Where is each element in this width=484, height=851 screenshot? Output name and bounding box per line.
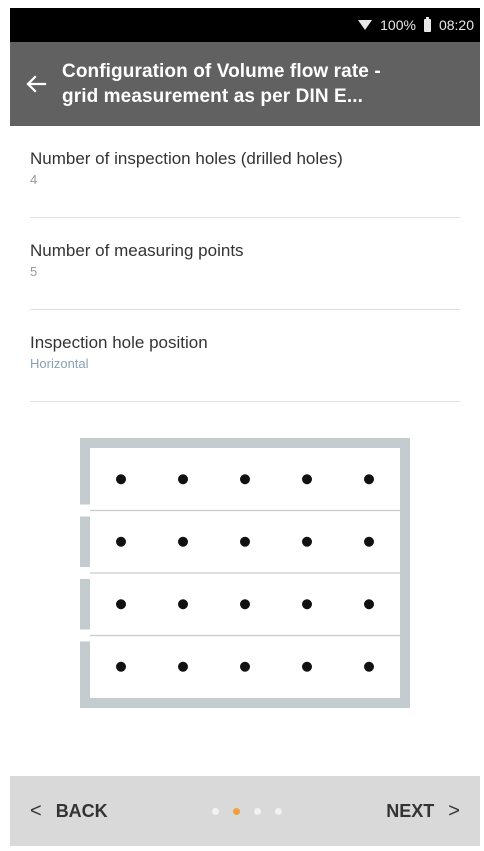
measuring-point (178, 536, 188, 547)
measuring-point (116, 536, 126, 547)
back-arrow-icon[interactable] (10, 42, 62, 126)
measuring-point (302, 474, 312, 485)
next-button-label: NEXT (386, 800, 435, 821)
page-indicator (211, 807, 282, 815)
measuring-point (178, 661, 188, 672)
clock: 08:20 (438, 17, 474, 33)
measuring-point (302, 536, 312, 547)
bottom-navigation: < BACK NEXT > (10, 776, 480, 846)
setting-label: Number of inspection holes (drilled hole… (30, 149, 343, 168)
measuring-point (240, 536, 250, 547)
page-dot (211, 807, 219, 815)
measuring-point (240, 474, 250, 485)
page-dot (253, 807, 261, 815)
setting-hole-position[interactable]: Inspection hole position Horizontal (30, 310, 460, 402)
setting-measuring-points[interactable]: Number of measuring points 5 (30, 218, 460, 310)
duct-wall-left-segment (80, 448, 90, 505)
back-button-label: BACK (55, 800, 108, 821)
battery-percent: 100% (380, 17, 416, 33)
measuring-point (116, 474, 126, 485)
back-button[interactable]: < BACK (30, 800, 108, 823)
duct-wall-bottom (80, 698, 410, 708)
measuring-point (364, 661, 374, 672)
measuring-point (364, 599, 374, 610)
duct-wall-left-segment (80, 516, 90, 567)
setting-label: Inspection hole position (30, 333, 208, 352)
device-screen: 100% 08:20 Configuration of Volume flow … (10, 8, 480, 846)
chevron-right-icon: > (448, 799, 460, 822)
measuring-point (364, 474, 374, 485)
page-title: Configuration of Volume flow rate - grid… (62, 59, 462, 109)
measuring-point (116, 599, 126, 610)
page-title-line1: Configuration of Volume flow rate - (62, 61, 381, 82)
measuring-point (116, 661, 126, 672)
measuring-point (178, 599, 188, 610)
grid-measurement-diagram (80, 438, 410, 708)
page-title-line2: grid measurement as per DIN E... (62, 86, 363, 107)
measuring-point (240, 661, 250, 672)
setting-inspection-holes[interactable]: Number of inspection holes (drilled hole… (30, 126, 460, 218)
duct-wall-top (80, 438, 410, 448)
battery-icon (423, 16, 431, 32)
setting-label: Number of measuring points (30, 241, 244, 260)
duct-wall-left-segment (80, 579, 90, 630)
settings-list: Number of inspection holes (drilled hole… (30, 126, 460, 402)
chevron-left-icon: < (30, 799, 42, 822)
measuring-point (302, 661, 312, 672)
setting-value: Horizontal (30, 356, 89, 371)
duct-wall-right (400, 438, 410, 708)
measuring-point (240, 599, 250, 610)
duct-wall-left-segment (80, 641, 90, 698)
wifi-icon (358, 20, 373, 30)
app-header: Configuration of Volume flow rate - grid… (10, 42, 480, 126)
measuring-point (364, 536, 374, 547)
page-dot-active (232, 807, 240, 815)
setting-value: 4 (30, 172, 38, 187)
setting-value: 5 (30, 264, 38, 279)
measuring-point (178, 474, 188, 485)
measuring-point (302, 599, 312, 610)
status-bar: 100% 08:20 (10, 8, 480, 42)
page-dot (274, 807, 282, 815)
next-button[interactable]: NEXT > (386, 800, 460, 823)
